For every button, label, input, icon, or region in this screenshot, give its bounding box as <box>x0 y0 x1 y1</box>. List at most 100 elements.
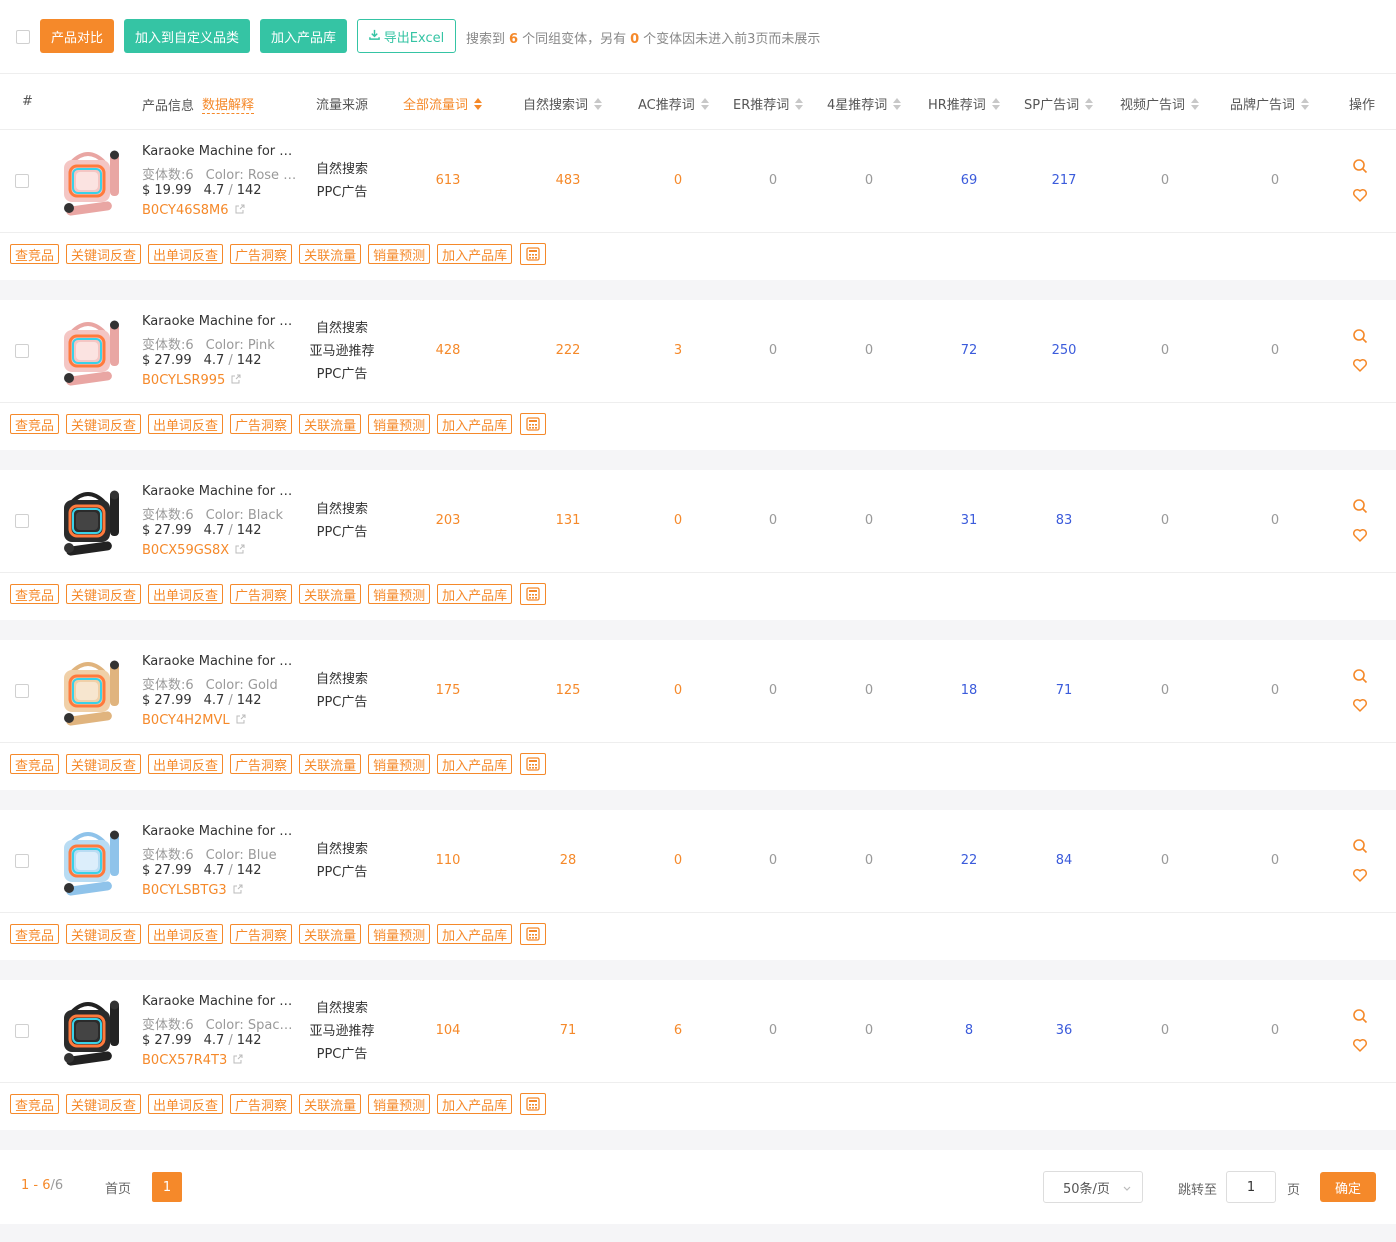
sort-icon[interactable] <box>991 97 1000 110</box>
header-col-5[interactable]: HR推荐词 <box>928 94 1000 113</box>
product-title[interactable]: Karaoke Machine for Kids <box>142 484 297 499</box>
row-checkbox[interactable] <box>15 1024 29 1038</box>
action-tag[interactable]: 查竞品 <box>10 244 60 264</box>
search-icon[interactable] <box>1352 158 1372 187</box>
header-col-7[interactable]: 视频广告词 <box>1120 94 1200 113</box>
calculator-icon[interactable] <box>520 923 547 945</box>
action-tag[interactable]: 加入产品库 <box>437 1094 513 1114</box>
action-tag[interactable]: 关联流量 <box>299 924 362 944</box>
product-thumbnail[interactable] <box>60 824 124 898</box>
stat-cell[interactable]: 250 <box>1024 343 1104 358</box>
stat-cell[interactable]: 71 <box>1024 683 1104 698</box>
product-title[interactable]: Karaoke Machine for Kids <box>142 654 297 669</box>
header-col-3[interactable]: ER推荐词 <box>733 94 804 113</box>
heart-icon[interactable] <box>1352 527 1372 556</box>
stat-cell[interactable]: 131 <box>528 513 608 528</box>
stat-cell[interactable]: 69 <box>929 173 1009 188</box>
page-button-current[interactable]: 1 <box>152 1172 182 1202</box>
action-tag[interactable]: 销量预测 <box>368 754 431 774</box>
action-tag[interactable]: 广告洞察 <box>230 924 293 944</box>
asin-link[interactable]: B0CX57R4T3 <box>142 1053 243 1068</box>
action-tag[interactable]: 关键词反查 <box>66 1094 142 1114</box>
action-tag[interactable]: 广告洞察 <box>230 244 293 264</box>
sort-icon[interactable] <box>893 97 902 110</box>
stat-cell[interactable]: 71 <box>528 1023 608 1038</box>
action-tag[interactable]: 关键词反查 <box>66 924 142 944</box>
goto-page-input[interactable] <box>1226 1171 1276 1203</box>
stat-cell[interactable]: 18 <box>929 683 1009 698</box>
sort-icon[interactable] <box>1301 97 1310 110</box>
action-tag[interactable]: 查竞品 <box>10 1094 60 1114</box>
page-size-select[interactable]: 50条/页 <box>1043 1171 1143 1203</box>
stat-cell[interactable]: 104 <box>408 1023 488 1038</box>
action-tag[interactable]: 出单词反查 <box>148 584 224 604</box>
calculator-icon[interactable] <box>520 413 547 435</box>
external-link-icon[interactable] <box>231 373 241 388</box>
product-thumbnail[interactable] <box>60 144 124 218</box>
compare-button[interactable]: 产品对比 <box>40 19 114 53</box>
sort-icon[interactable] <box>1085 97 1094 110</box>
action-tag[interactable]: 关联流量 <box>299 754 362 774</box>
stat-cell[interactable]: 72 <box>929 343 1009 358</box>
action-tag[interactable]: 销量预测 <box>368 414 431 434</box>
action-tag[interactable]: 出单词反查 <box>148 754 224 774</box>
header-col-6[interactable]: SP广告词 <box>1024 94 1094 113</box>
action-tag[interactable]: 关联流量 <box>299 414 362 434</box>
stat-cell[interactable]: 613 <box>408 173 488 188</box>
first-page-link[interactable]: 首页 <box>105 1178 131 1197</box>
action-tag[interactable]: 销量预测 <box>368 1094 431 1114</box>
row-checkbox[interactable] <box>15 684 29 698</box>
asin-link[interactable]: B0CX59GS8X <box>142 543 245 558</box>
sort-icon[interactable] <box>795 97 804 110</box>
product-thumbnail[interactable] <box>60 994 124 1068</box>
heart-icon[interactable] <box>1352 867 1372 896</box>
product-thumbnail[interactable] <box>60 314 124 388</box>
action-tag[interactable]: 查竞品 <box>10 584 60 604</box>
action-tag[interactable]: 加入产品库 <box>437 584 513 604</box>
action-tag[interactable]: 关键词反查 <box>66 754 142 774</box>
stat-cell[interactable]: 3 <box>638 343 718 358</box>
action-tag[interactable]: 查竞品 <box>10 754 60 774</box>
row-checkbox[interactable] <box>15 344 29 358</box>
stat-cell[interactable]: 36 <box>1024 1023 1104 1038</box>
search-icon[interactable] <box>1352 668 1372 697</box>
asin-link[interactable]: B0CY46S8M6 <box>142 203 245 218</box>
header-col-4[interactable]: 4星推荐词 <box>827 94 902 113</box>
stat-cell[interactable]: 6 <box>638 1023 718 1038</box>
product-thumbnail[interactable] <box>60 654 124 728</box>
action-tag[interactable]: 广告洞察 <box>230 1094 293 1114</box>
product-title[interactable]: Karaoke Machine for Kids <box>142 824 297 839</box>
action-tag[interactable]: 出单词反查 <box>148 414 224 434</box>
calculator-icon[interactable] <box>520 1093 547 1115</box>
stat-cell[interactable]: 84 <box>1024 853 1104 868</box>
stat-cell[interactable]: 110 <box>408 853 488 868</box>
stat-cell[interactable]: 31 <box>929 513 1009 528</box>
header-col-2[interactable]: AC推荐词 <box>638 94 709 113</box>
product-title[interactable]: Karaoke Machine for Kids <box>142 994 297 1009</box>
data-explain-link[interactable]: 数据解释 <box>202 94 255 114</box>
asin-link[interactable]: B0CY4H2MVL <box>142 713 246 728</box>
action-tag[interactable]: 关联流量 <box>299 1094 362 1114</box>
heart-icon[interactable] <box>1352 357 1372 386</box>
stat-cell[interactable]: 483 <box>528 173 608 188</box>
stat-cell[interactable]: 28 <box>528 853 608 868</box>
action-tag[interactable]: 关键词反查 <box>66 244 142 264</box>
action-tag[interactable]: 加入产品库 <box>437 754 513 774</box>
external-link-icon[interactable] <box>233 1053 243 1068</box>
external-link-icon[interactable] <box>233 883 243 898</box>
action-tag[interactable]: 加入产品库 <box>437 414 513 434</box>
search-icon[interactable] <box>1352 838 1372 867</box>
action-tag[interactable]: 销量预测 <box>368 584 431 604</box>
asin-link[interactable]: B0CYLSBTG3 <box>142 883 243 898</box>
action-tag[interactable]: 出单词反查 <box>148 924 224 944</box>
external-link-icon[interactable] <box>235 543 245 558</box>
add-category-button[interactable]: 加入到自定义品类 <box>124 19 250 53</box>
heart-icon[interactable] <box>1352 187 1372 216</box>
select-all-checkbox[interactable] <box>16 30 30 44</box>
stat-cell[interactable]: 217 <box>1024 173 1104 188</box>
external-link-icon[interactable] <box>235 203 245 218</box>
action-tag[interactable]: 出单词反查 <box>148 244 224 264</box>
action-tag[interactable]: 广告洞察 <box>230 754 293 774</box>
action-tag[interactable]: 加入产品库 <box>437 244 513 264</box>
action-tag[interactable]: 加入产品库 <box>437 924 513 944</box>
